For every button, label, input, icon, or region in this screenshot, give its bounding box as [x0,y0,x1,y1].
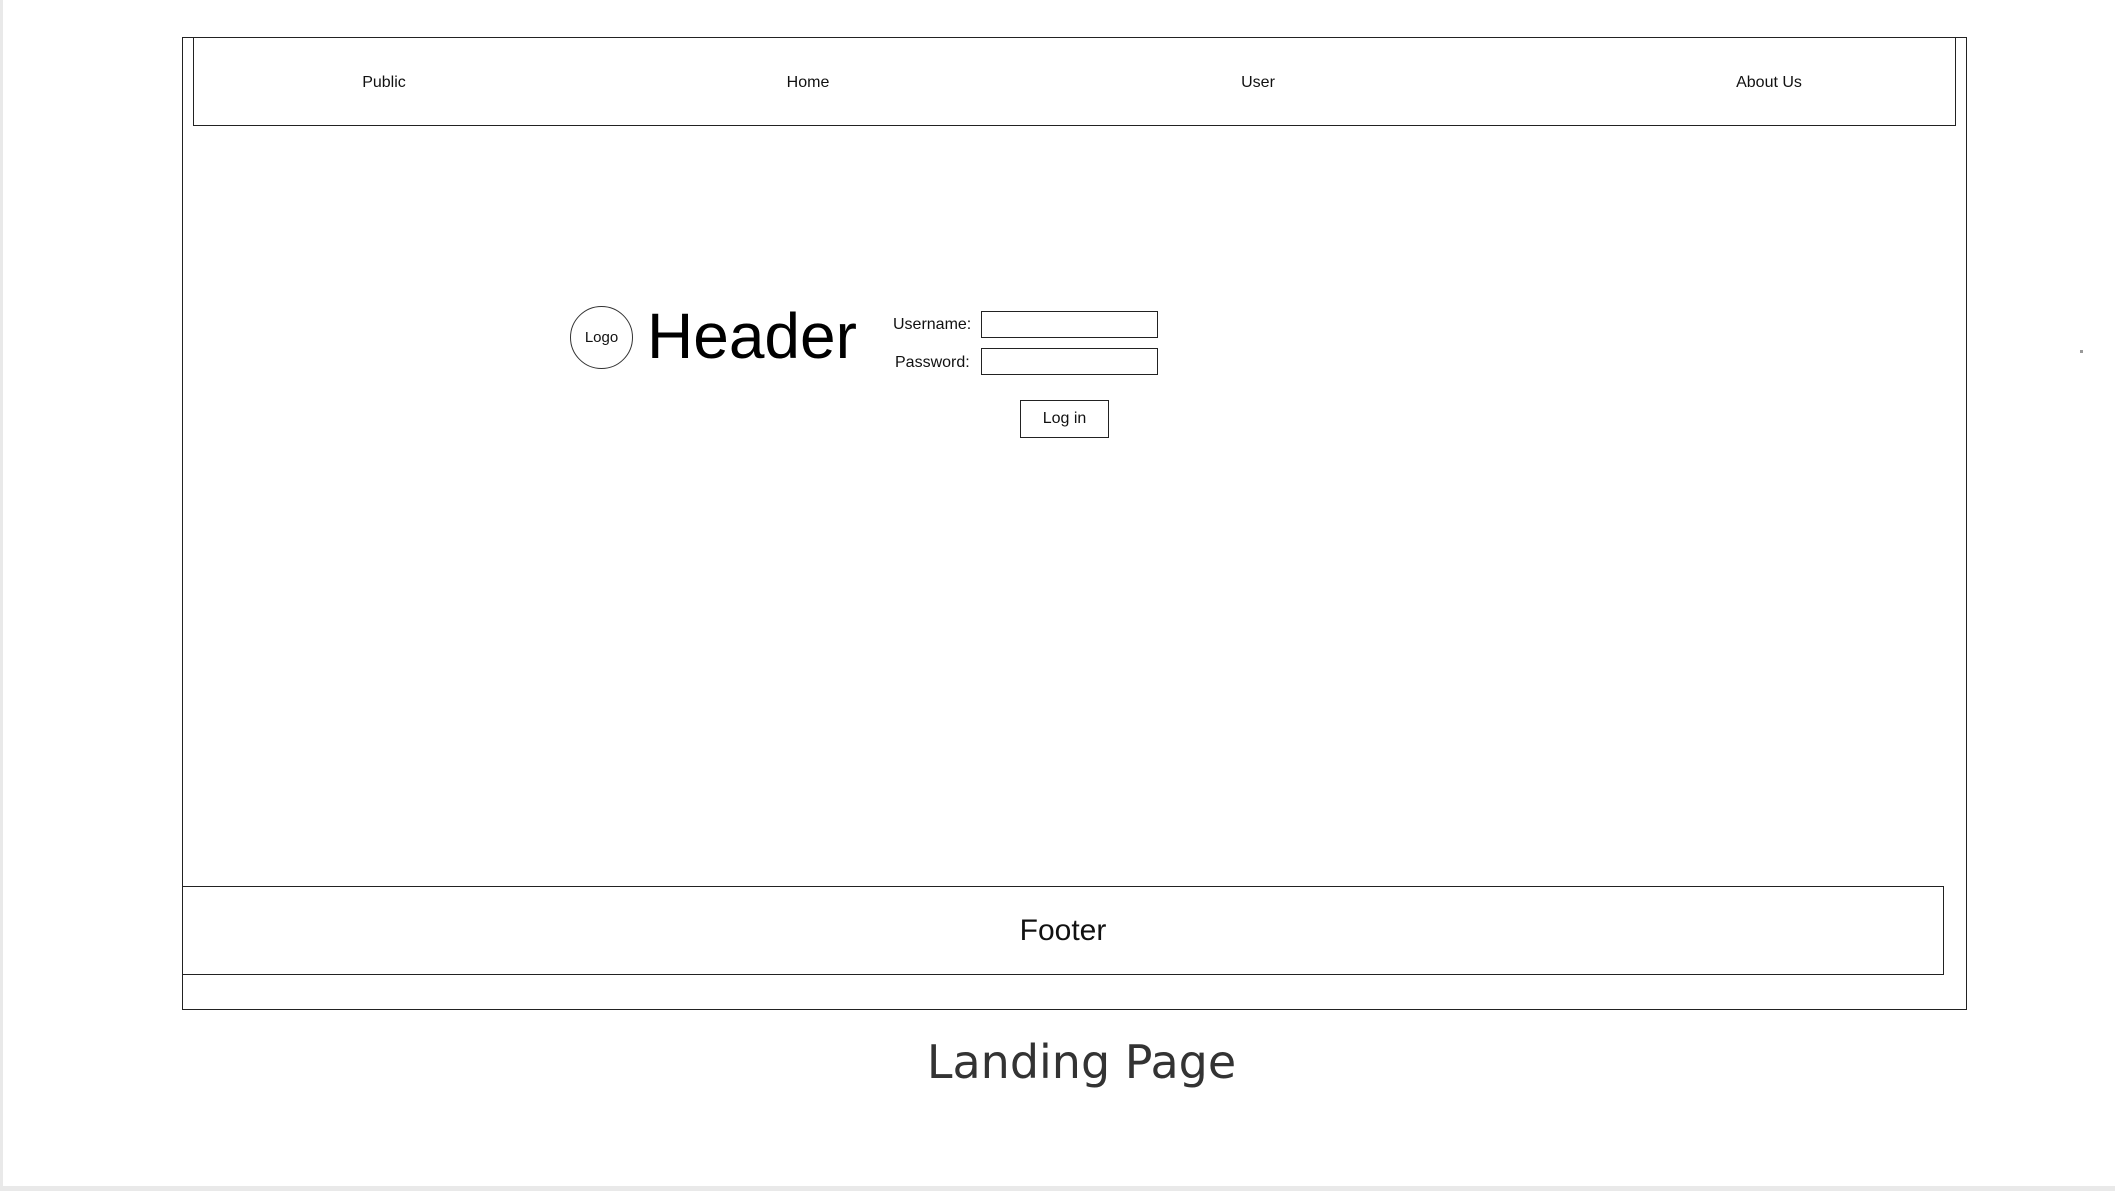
nav-item-public[interactable]: Public [362,74,406,92]
username-label: Username: [893,316,972,333]
page-frame [182,37,1967,1010]
navigation-bar: Public Home User About Us [193,37,1956,126]
footer-label: Footer [1019,913,1107,947]
username-input[interactable] [981,311,1158,338]
diagram-canvas: Public Home User About Us Logo Header Us… [3,0,2115,1186]
login-button[interactable]: Log in [1020,400,1109,438]
logo: Logo [570,306,633,369]
password-input[interactable] [981,348,1158,375]
nav-item-home[interactable]: Home [787,74,830,92]
nav-item-user[interactable]: User [1241,74,1275,92]
password-label: Password: [895,354,970,371]
diagram-caption: Landing Page [926,1035,1237,1089]
page-header: Header [647,300,857,372]
nav-item-about-us[interactable]: About Us [1736,74,1802,92]
logo-label: Logo [584,329,619,346]
stray-dot [2080,350,2083,353]
footer: Footer [182,886,1944,975]
